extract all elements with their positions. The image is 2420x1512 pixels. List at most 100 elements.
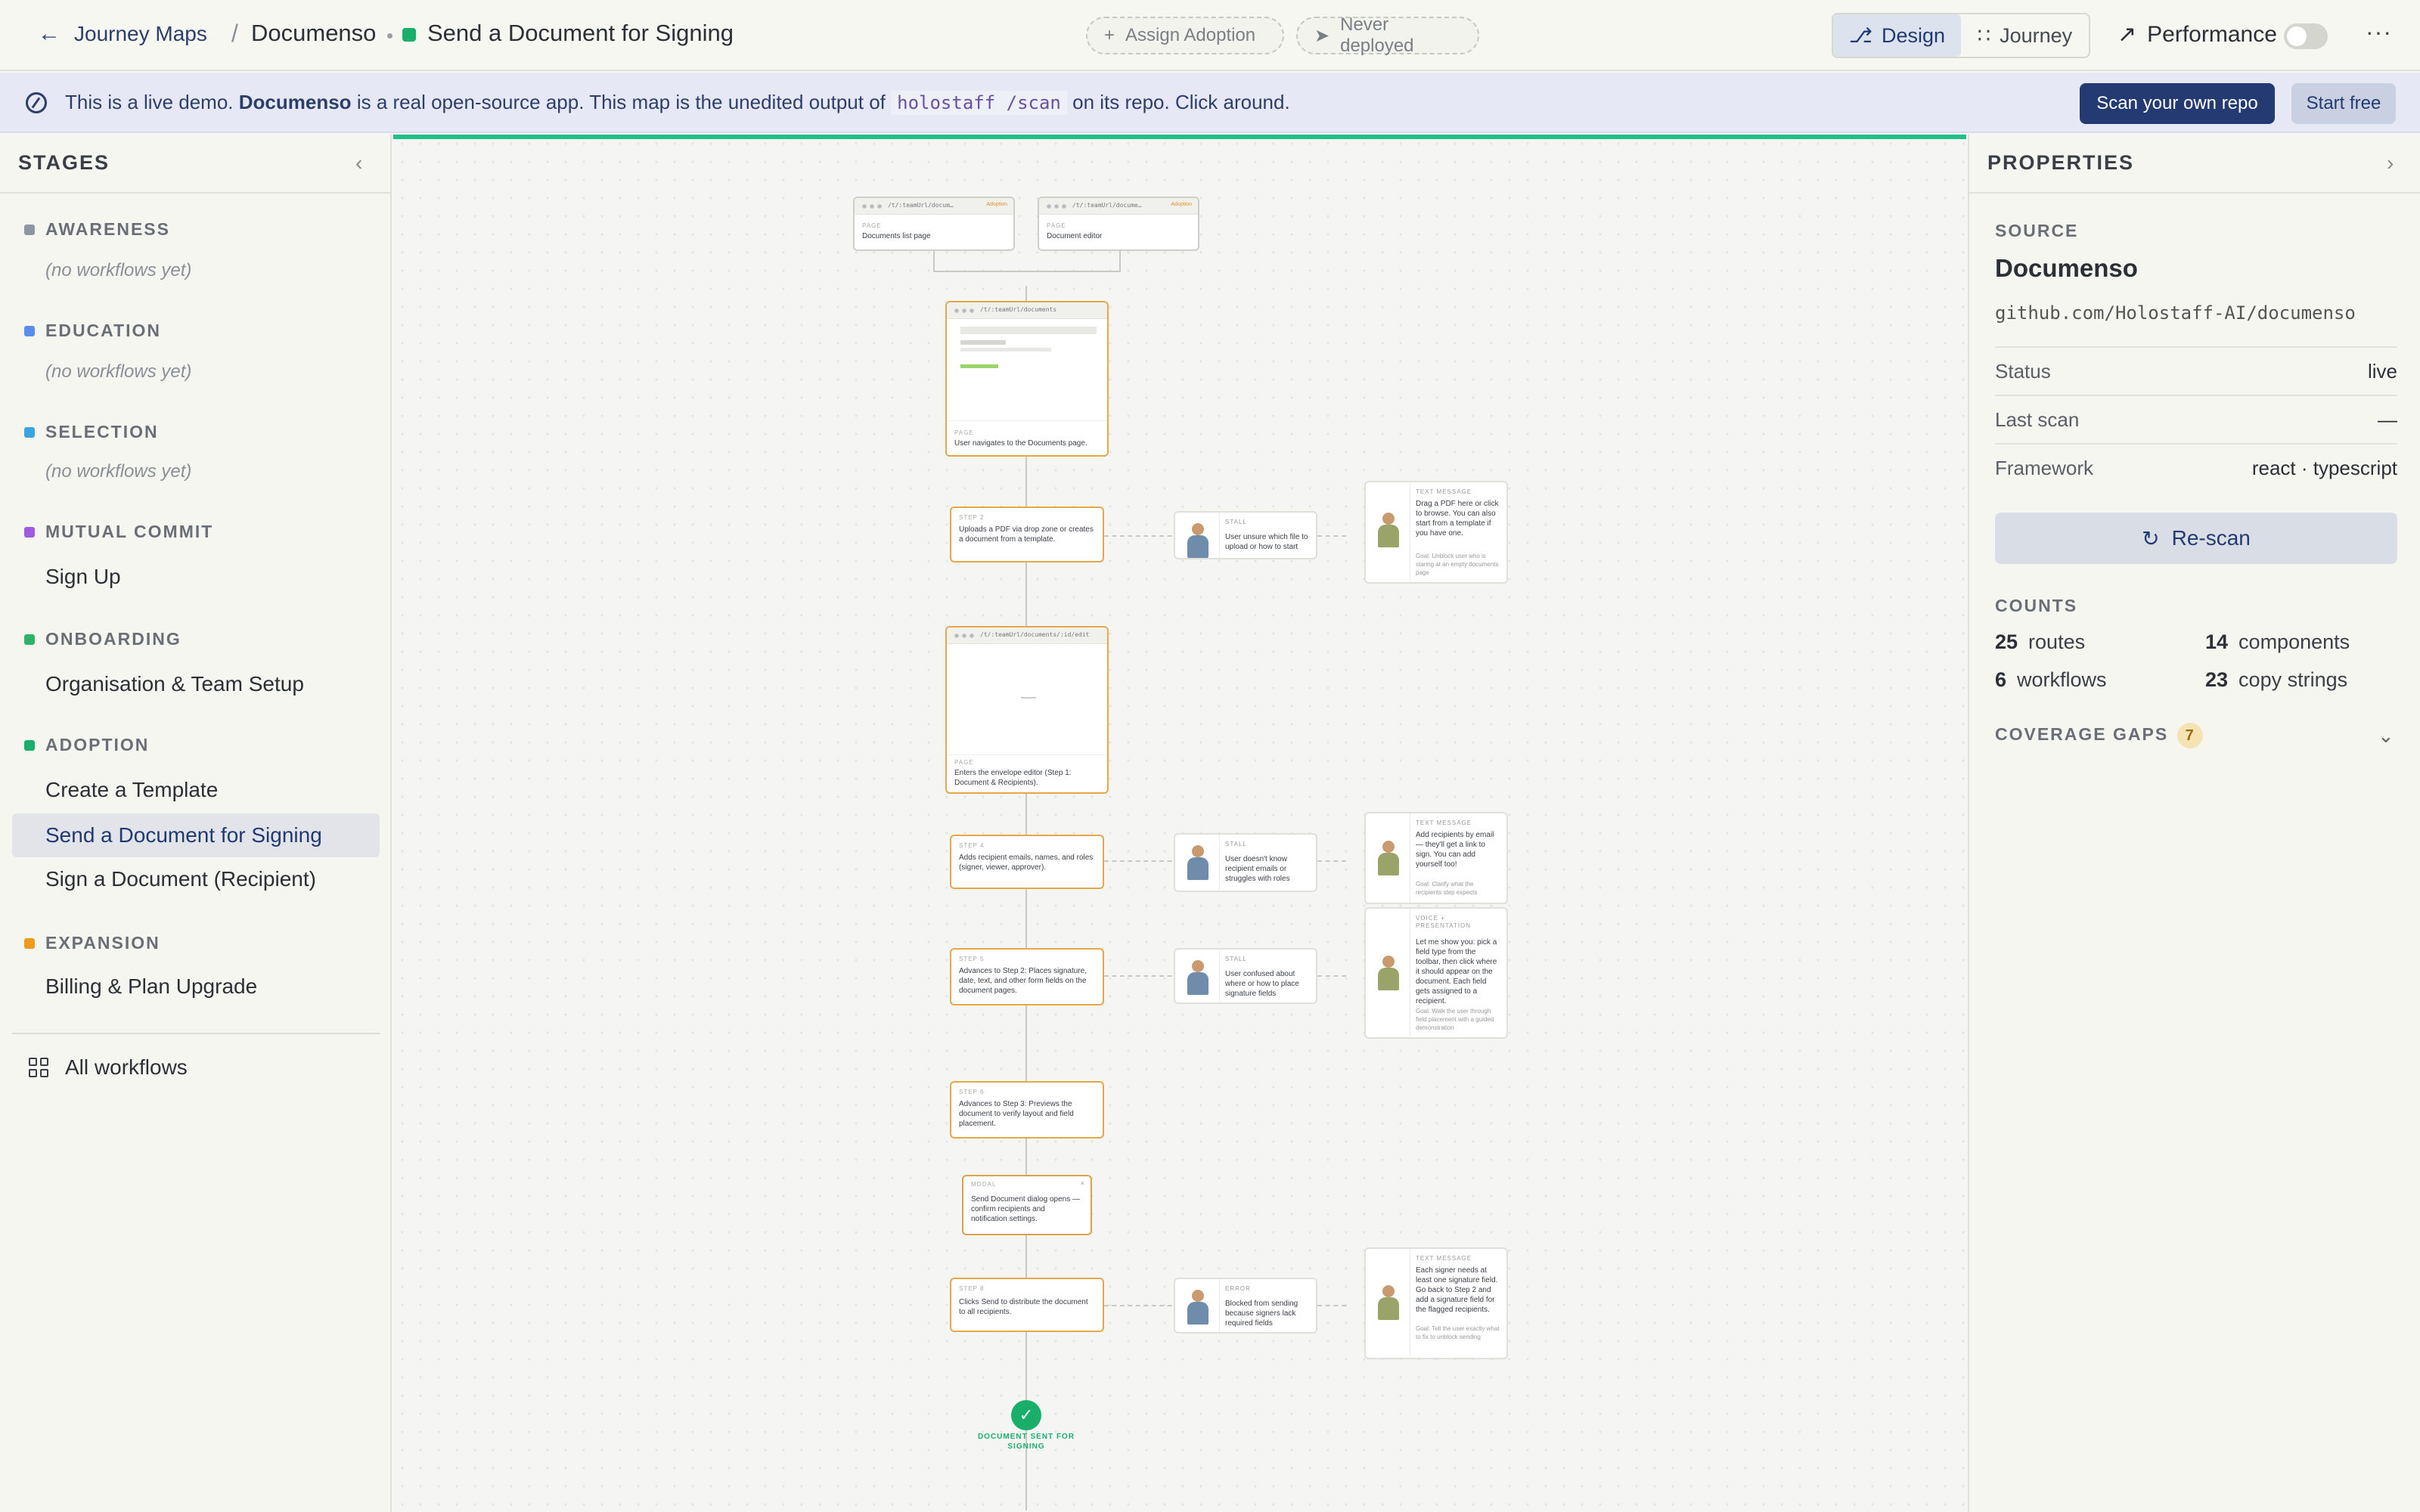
count-workflows: 6 workflows [1995, 668, 2107, 692]
stall-node[interactable]: STALL User unsure which file to upload o… [1174, 511, 1317, 559]
banner-text-after: on its repo. Click around. [1072, 91, 1290, 113]
node-kind: STEP 8 [959, 1285, 985, 1292]
intervention-node[interactable]: VOICE + PRESENTATION Let me show you: pi… [1364, 907, 1508, 1039]
properties-panel: PROPERTIES › SOURCE Documenso github.com… [1968, 135, 2420, 1512]
tab-journey[interactable]: ∷ Journey [1961, 14, 2089, 57]
sidebar-title: STAGES [18, 151, 110, 174]
top-bar: ← Journey Maps / Documenso Send a Docume… [0, 0, 2420, 71]
stage-education-label: EDUCATION [45, 321, 162, 340]
node-kind: STEP 4 [959, 842, 985, 849]
collapse-properties-icon[interactable]: › [2387, 151, 2394, 175]
rescan-label: Re-scan [2171, 526, 2251, 550]
banner-app-name: Documenso [238, 91, 352, 113]
page-title: Send a Document for Signing [427, 20, 734, 46]
presenter-avatar-icon [1370, 954, 1407, 990]
stage-expansion: EXPANSION [24, 933, 160, 953]
intervention-text: Each signer needs at least one signature… [1416, 1266, 1498, 1314]
count-number: 23 [2205, 668, 2229, 691]
check-icon: ✓ [1011, 1400, 1041, 1430]
arrow-left-icon: ← [38, 21, 60, 46]
step-node-click-send[interactable]: STEP 8 Clicks Send to distribute the doc… [950, 1278, 1104, 1332]
user-avatar-icon [1180, 959, 1216, 995]
modal-node-send-document[interactable]: MODAL × Send Document dialog opens — con… [962, 1175, 1092, 1235]
intervention-node[interactable]: TEXT MESSAGE Drag a PDF here or click to… [1364, 481, 1508, 584]
performance-control[interactable]: ↗ Performance [2118, 21, 2277, 48]
collapse-sidebar-icon[interactable]: ‹ [355, 151, 362, 175]
sidebar-item-sign-up[interactable]: Sign Up [12, 555, 380, 599]
page-preview [960, 327, 1097, 334]
stage-adoption: ADOPTION [24, 735, 149, 755]
node-text: Send Document dialog opens — confirm rec… [971, 1195, 1080, 1223]
properties-header-divider [1969, 192, 2420, 194]
sidebar-item-organisation-team-setup[interactable]: Organisation & Team Setup [12, 662, 380, 706]
stage-color-swatch [24, 325, 35, 336]
step-node-add-recipients[interactable]: STEP 4 Adds recipient emails, names, and… [950, 835, 1104, 889]
connector-line [933, 249, 935, 272]
sidebar-item-create-template[interactable]: Create a Template [12, 768, 380, 812]
step-node-upload-pdf[interactable]: STEP 2 Uploads a PDF via drop zone or cr… [950, 507, 1104, 562]
node-kind: STEP 5 [959, 956, 985, 962]
stall-text: User unsure which file to upload or how … [1225, 533, 1308, 551]
start-free-button[interactable]: Start free [2291, 83, 2396, 124]
connector-dashed [1104, 860, 1180, 862]
coach-avatar-icon [1370, 839, 1407, 875]
intervention-goal: Goal: Tell the user exactly what to fix … [1416, 1325, 1500, 1340]
journey-canvas[interactable]: /t/:teamUrl/docum… Adoption PAGE Documen… [393, 135, 1966, 1512]
count-number: 25 [1995, 631, 2018, 653]
sidebar-item-send-document-for-signing[interactable]: Send a Document for Signing [12, 813, 380, 857]
source-repo[interactable]: github.com/Holostaff-AI/documenso [1995, 302, 2356, 324]
property-value: — [2378, 407, 2397, 431]
stall-kind: STALL [1225, 841, 1247, 847]
stage-expansion-label: EXPANSION [45, 933, 160, 953]
page-preview [1021, 697, 1036, 699]
error-text: Blocked from sending because signers lac… [1225, 1300, 1298, 1328]
deploy-status-button[interactable]: ➤ Never deployed [1296, 14, 1479, 56]
tab-design[interactable]: ⎇ Design [1833, 14, 1961, 57]
node-kind: PAGE [1047, 222, 1066, 229]
intervention-node[interactable]: TEXT MESSAGE Add recipients by email — t… [1364, 812, 1508, 904]
back-to-journey-maps-link[interactable]: ← Journey Maps [38, 21, 207, 47]
user-avatar-icon [1180, 522, 1216, 558]
page-node-document-editor[interactable]: /t/:teamUrl/docume… Adoption PAGE Docume… [1038, 197, 1199, 251]
intervention-goal: Goal: Walk the user through field placem… [1416, 1008, 1494, 1031]
step-node-preview-document[interactable]: STEP 6 Advances to Step 3: Previews the … [950, 1081, 1104, 1139]
coverage-gaps-toggle[interactable]: COVERAGE GAPS 7 [1995, 723, 2204, 748]
stage-color-swatch [24, 426, 35, 438]
page-node-documents-list[interactable]: /t/:teamUrl/docum… Adoption PAGE Documen… [853, 197, 1015, 251]
scan-your-own-repo-button[interactable]: Scan your own repo [2080, 83, 2275, 124]
assign-adoption-button[interactable]: + Assign Adoption [1086, 17, 1284, 54]
intervention-node[interactable]: TEXT MESSAGE Each signer needs at least … [1364, 1247, 1508, 1359]
chevron-down-icon[interactable]: ⌄ [2378, 724, 2394, 748]
more-options-icon[interactable]: ··· [2366, 18, 2392, 46]
sidebar-item-billing-plan-upgrade[interactable]: Billing & Plan Upgrade [12, 965, 380, 1009]
step-node-place-fields[interactable]: STEP 5 Advances to Step 2: Places signat… [950, 948, 1104, 1005]
all-workflows-link[interactable]: All workflows [29, 1055, 188, 1080]
property-value: live [2367, 359, 2397, 383]
connector-dashed [1104, 535, 1180, 537]
stage-tag: Adoption [1171, 202, 1192, 207]
breadcrumb-app-name[interactable]: Documenso [251, 20, 376, 47]
stall-node[interactable]: STALL User confused about where or how t… [1174, 948, 1317, 1004]
step-node-documents-page[interactable]: /t/:teamUrl/documents PAGE User navigate… [945, 301, 1109, 457]
error-node[interactable]: ERROR Blocked from sending because signe… [1174, 1278, 1317, 1334]
count-components: 14 components [2205, 631, 2350, 654]
stage-tag: Adoption [986, 202, 1007, 207]
assign-adoption-label: Assign Adoption [1125, 25, 1256, 45]
stage-color-swatch [24, 526, 35, 538]
rescan-button[interactable]: ↻ Re-scan [1995, 513, 2397, 564]
stage-selection-label: SELECTION [45, 422, 159, 442]
performance-toggle[interactable] [2284, 23, 2328, 49]
grid-icon [29, 1058, 48, 1077]
intervention-goal: Goal: Clarify what the recipients step e… [1416, 881, 1478, 896]
sidebar-item-sign-document-recipient[interactable]: Sign a Document (Recipient) [12, 857, 380, 901]
stage-color-swatch [24, 739, 35, 751]
node-kind: PAGE [954, 429, 974, 436]
step-node-envelope-editor[interactable]: /t/:teamUrl/documents/:id/edit PAGE Ente… [945, 626, 1109, 794]
banner-command: holostaff /scan [891, 91, 1067, 115]
stall-node[interactable]: STALL User doesn't know recipient emails… [1174, 833, 1317, 892]
stage-color-swatch [24, 224, 35, 235]
intervention-kind: TEXT MESSAGE [1416, 488, 1472, 495]
tab-journey-label: Journey [2000, 23, 2073, 47]
live-status-icon [402, 28, 416, 42]
intervention-kind: TEXT MESSAGE [1416, 1255, 1472, 1262]
